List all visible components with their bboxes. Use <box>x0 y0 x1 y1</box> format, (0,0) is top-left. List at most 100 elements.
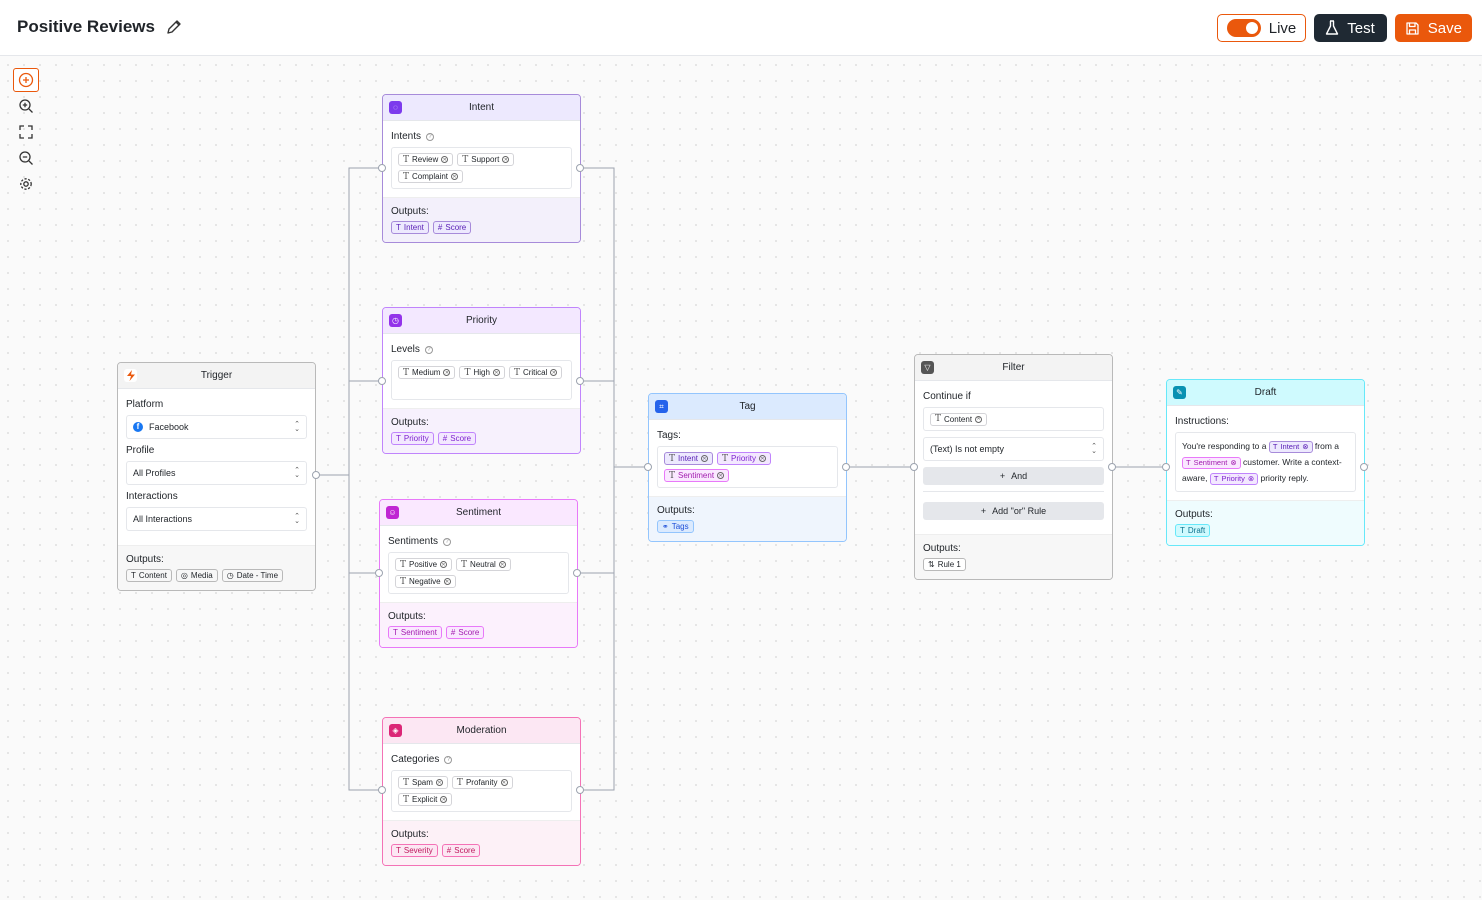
and-button[interactable]: + And <box>923 467 1104 485</box>
remove-icon[interactable]: ✕ <box>975 415 983 423</box>
interactions-select[interactable]: All Interactions ⌃ ⌄ <box>126 507 307 531</box>
trigger-node[interactable]: Trigger Platform f Facebook ⌃ ⌄ Profile A… <box>117 362 316 591</box>
condition-operator-select[interactable]: (Text) Is not empty ⌃ ⌄ <box>923 437 1104 461</box>
output-chip[interactable]: T Draft <box>1175 524 1211 537</box>
node-header: ⌗ Tag <box>649 394 846 420</box>
output-port[interactable] <box>1360 463 1368 471</box>
tag-node[interactable]: ⌗ Tag Tags: T Intent ✕ T Priority ✕ T Sentime… <box>648 393 847 542</box>
toggle-switch[interactable] <box>1226 19 1261 37</box>
bolt-icon <box>124 369 137 382</box>
remove-icon[interactable]: ✕ <box>502 156 510 163</box>
pencil-icon[interactable] <box>165 18 183 36</box>
remove-icon[interactable]: ✕ <box>440 796 448 803</box>
help-icon[interactable]: ? <box>426 132 435 141</box>
chip-input[interactable]: T Medium ✕ T High ✕ T Critical ✕ <box>391 360 572 400</box>
add-node-icon[interactable] <box>13 68 39 92</box>
remove-icon[interactable]: ✕ <box>758 455 766 462</box>
output-chip[interactable]: T Priority <box>391 432 434 445</box>
output-chip[interactable]: ⇅ Rule 1 <box>923 558 966 571</box>
interactions-label: Interactions <box>126 491 178 502</box>
chip-label: Sentiment <box>678 471 715 480</box>
output-port[interactable] <box>312 471 320 479</box>
node-body: Intents? T Review ✕ T Support ✕ T Complaint ✕ <box>383 121 580 197</box>
output-chip[interactable]: T Severity <box>391 844 438 857</box>
divider <box>923 491 1104 492</box>
remove-icon[interactable]: ✕ <box>440 561 448 568</box>
test-button[interactable]: Test <box>1314 14 1387 42</box>
input-port[interactable] <box>375 569 383 577</box>
text-type-icon: T <box>131 571 136 580</box>
add-or-rule-button[interactable]: + Add "or" Rule <box>923 502 1104 520</box>
save-label: Save <box>1427 19 1462 37</box>
output-port[interactable] <box>576 377 584 385</box>
filter-node[interactable]: ▽ Filter Continue if T Content ✕ (Text) Is… <box>914 354 1113 580</box>
input-port[interactable] <box>378 164 386 172</box>
remove-icon[interactable]: ✕ <box>441 156 449 163</box>
input-port[interactable] <box>910 463 918 471</box>
input-port[interactable] <box>378 786 386 794</box>
chip-input[interactable]: T Positive ✕ T Neutral ✕ T Negative ✕ <box>388 552 569 594</box>
live-label: Live <box>1268 19 1297 37</box>
help-icon[interactable]: ? <box>443 537 452 546</box>
output-chip[interactable]: T Intent <box>391 221 429 234</box>
output-port[interactable] <box>576 164 584 172</box>
edit-icon: ✎ <box>1173 386 1186 399</box>
chip-input[interactable]: T Spam ✕ T Profanity ✕ T Explicit ✕ <box>391 770 572 812</box>
output-chip[interactable]: T Sentiment <box>388 626 442 639</box>
input-port[interactable] <box>1162 463 1170 471</box>
remove-icon[interactable]: ⊗ <box>1230 455 1236 471</box>
remove-icon[interactable]: ✕ <box>435 779 443 786</box>
platform-select[interactable]: f Facebook ⌃ ⌄ <box>126 415 307 439</box>
remove-icon[interactable]: ✕ <box>500 779 508 786</box>
input-port[interactable] <box>644 463 652 471</box>
zoom-in-icon[interactable] <box>13 94 39 118</box>
help-icon[interactable]: ? <box>424 345 433 354</box>
node-header: ◌ Intent <box>383 95 580 121</box>
remove-icon[interactable]: ✕ <box>451 173 459 180</box>
priority-node[interactable]: ◷ Priority Levels? T Medium ✕ T High ✕ T Crit… <box>382 307 581 454</box>
outputs-section: Outputs: ⇅ Rule 1 <box>915 534 1112 579</box>
output-port[interactable] <box>1108 463 1116 471</box>
sentiment-node[interactable]: ☺ Sentiment Sentiments? T Positive ✕ T Neut… <box>379 499 578 648</box>
remove-icon[interactable]: ✕ <box>498 561 506 568</box>
output-chip[interactable]: # Score <box>432 221 472 234</box>
instruction-text: customer. <box>1243 457 1280 467</box>
settings-icon[interactable] <box>13 172 39 196</box>
draft-node[interactable]: ✎ Draft Instructions: You're responding … <box>1166 379 1365 546</box>
remove-icon[interactable]: ✕ <box>492 369 500 376</box>
moderation-node[interactable]: ◈ Moderation Categories? T Spam ✕ T Profani… <box>382 717 581 866</box>
chip-input[interactable]: T Intent ✕ T Priority ✕ T Sentiment ✕ <box>657 446 838 488</box>
live-toggle-button[interactable]: Live <box>1216 14 1307 42</box>
output-chip[interactable]: # Score <box>441 844 481 857</box>
remove-icon[interactable]: ✕ <box>717 472 725 479</box>
output-chip[interactable]: # Score <box>445 626 485 639</box>
remove-icon[interactable]: ✕ <box>443 369 451 376</box>
fit-view-icon[interactable] <box>13 120 39 144</box>
output-chip[interactable]: ◷ Date - Time <box>221 569 284 582</box>
remove-icon[interactable]: ✕ <box>701 455 709 462</box>
condition-field-select[interactable]: T Content ✕ <box>923 407 1104 431</box>
remove-icon[interactable]: ⊗ <box>1302 439 1308 455</box>
output-label: Tags <box>671 522 689 531</box>
chip-input[interactable]: T Review ✕ T Support ✕ T Complaint ✕ <box>391 147 572 189</box>
output-chip[interactable]: ◎ Media <box>175 569 218 582</box>
input-port[interactable] <box>378 377 386 385</box>
output-port[interactable] <box>573 569 581 577</box>
zoom-out-icon[interactable] <box>13 146 39 170</box>
output-chip[interactable]: ⚭ Tags <box>657 520 694 533</box>
save-button[interactable]: Save <box>1394 14 1472 42</box>
output-port[interactable] <box>576 786 584 794</box>
remove-icon[interactable]: ✕ <box>443 578 451 585</box>
output-label: Media <box>190 571 213 580</box>
intent-node[interactable]: ◌ Intent Intents? T Review ✕ T Support ✕ T Co… <box>382 94 581 243</box>
profile-select[interactable]: All Profiles ⌃ ⌄ <box>126 461 307 485</box>
remove-icon[interactable]: ✕ <box>550 369 558 376</box>
remove-icon[interactable]: ⊗ <box>1248 471 1254 487</box>
output-chip[interactable]: # Score <box>437 432 477 445</box>
help-icon[interactable]: ? <box>444 755 453 764</box>
filter-icon: ▽ <box>921 361 934 374</box>
output-chip[interactable]: T Content <box>126 569 172 582</box>
output-port[interactable] <box>842 463 850 471</box>
output-label: Intent <box>403 223 424 232</box>
instructions-editor[interactable]: You're responding to a T Intent ⊗ from a T… <box>1175 432 1356 492</box>
